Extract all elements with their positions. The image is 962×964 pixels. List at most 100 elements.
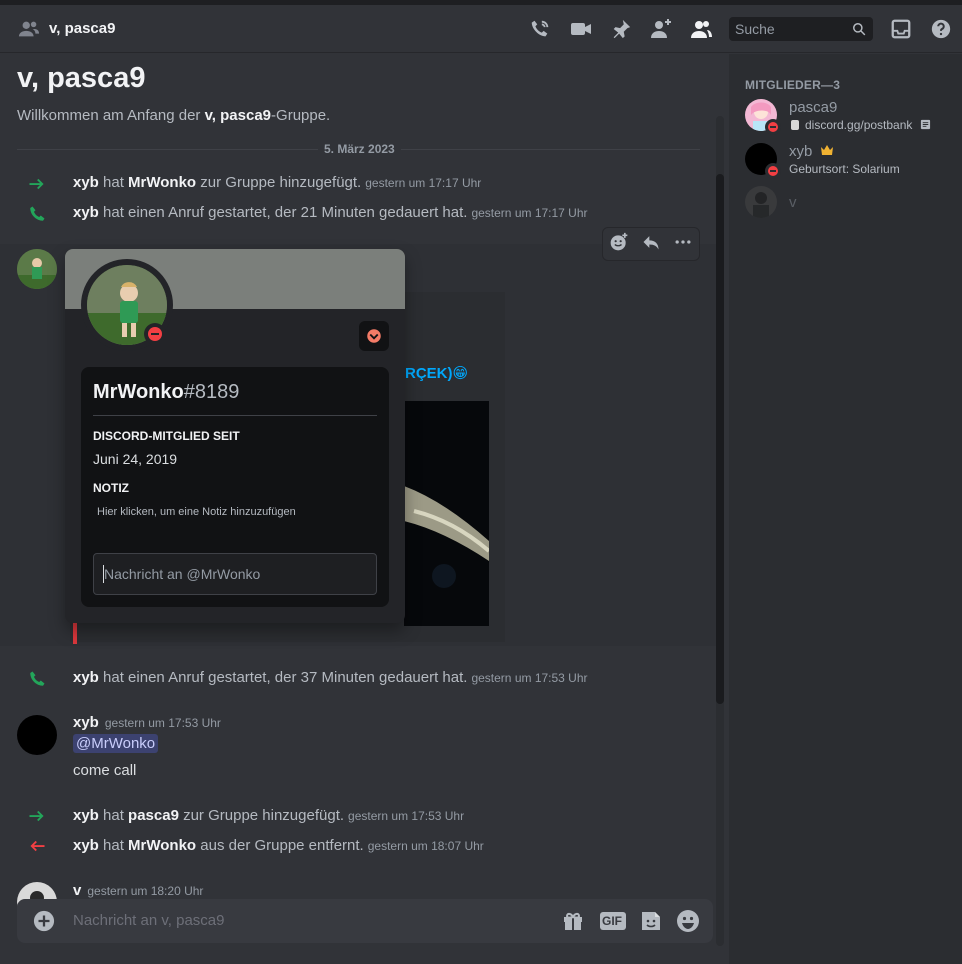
embed-title-text: RÇEK) (405, 365, 453, 382)
member-name: xyb (789, 143, 813, 160)
timestamp: gestern um 18:20 Uhr (87, 884, 204, 898)
header-title: v, pasca9 (49, 20, 116, 37)
system-rest: hat einen Anruf gestartet, der 37 Minute… (98, 669, 468, 686)
direct-message-input[interactable]: Nachricht an @MrWonko (93, 553, 377, 595)
timestamp: gestern um 17:17 Uhr (471, 206, 588, 220)
channel-welcome-text: Willkommen am Anfang der v, pasca9-Grupp… (17, 107, 330, 124)
welcome-group-name: v, pasca9 (204, 107, 272, 124)
emoji-picker-icon[interactable] (676, 909, 700, 933)
help-icon[interactable] (929, 17, 953, 41)
user-profile-popout[interactable]: MrWonko#8189 DISCORD-MITGLIED SEIT Juni … (65, 249, 405, 623)
member-since-date: Juni 24, 2019 (93, 451, 178, 467)
call-icon (28, 670, 46, 688)
message-author[interactable]: xyb (73, 714, 99, 731)
welcome-suffix: -Gruppe. (271, 107, 331, 124)
member-name: v (789, 194, 797, 211)
member-item-v[interactable]: v (745, 186, 955, 226)
message-header: v gestern um 18:20 Uhr (73, 882, 203, 899)
system-actor[interactable]: xyb (73, 807, 99, 824)
member-item-xyb[interactable]: xyb Geburtsort: Solarium (745, 143, 955, 183)
start-video-call-icon[interactable] (569, 17, 593, 41)
message-content: come call (73, 762, 137, 779)
custom-status-emoji-icon (789, 119, 801, 131)
system-message-remove-member: xyb hat MrWonko aus der Gruppe entfernt.… (73, 837, 484, 854)
message-author-avatar[interactable] (17, 715, 57, 755)
system-target[interactable]: pasca9 (128, 807, 179, 824)
message-author[interactable]: v (73, 882, 81, 899)
member-item-pasca9[interactable]: pasca9 discord.gg/postbank (745, 99, 955, 139)
add-reaction-icon[interactable] (609, 232, 629, 257)
custom-status-text: discord.gg/postbank (805, 118, 913, 132)
system-message-add-member: xyb hat MrWonko zur Gruppe hinzugefügt. g… (73, 174, 481, 191)
embed-accent-bar (73, 622, 77, 644)
system-verb: hat (98, 837, 129, 854)
system-rest: zur Gruppe hinzugefügt. (196, 174, 362, 191)
profile-details-card: MrWonko#8189 DISCORD-MITGLIED SEIT Juni … (81, 367, 389, 607)
username-text: MrWonko (93, 381, 184, 403)
join-arrow-icon (28, 175, 46, 193)
system-rest: zur Gruppe hinzugefügt. (178, 807, 345, 824)
pinned-messages-icon[interactable] (609, 17, 633, 41)
member-since-label: DISCORD-MITGLIED SEIT (93, 429, 240, 443)
upload-plus-icon[interactable] (33, 910, 55, 932)
welcome-prefix: Willkommen am Anfang der (17, 107, 205, 124)
message-hover-toolbar (602, 227, 700, 261)
timestamp: gestern um 17:53 Uhr (471, 671, 588, 685)
note-input[interactable]: Hier klicken, um eine Notiz hinzuzufügen (97, 506, 296, 518)
message-composer[interactable]: Nachricht an v, pasca9 GIF (17, 899, 713, 943)
member-custom-status: Geburtsort: Solarium (789, 162, 900, 176)
group-owner-crown-icon (820, 143, 834, 155)
member-custom-status: discord.gg/postbank (789, 118, 931, 132)
reply-icon[interactable] (641, 232, 661, 257)
do-not-disturb-status-icon (765, 119, 781, 135)
message-header: xyb gestern um 17:53 Uhr (73, 714, 221, 731)
inbox-icon[interactable] (889, 17, 913, 41)
grin-emoji: 😁 (452, 365, 469, 382)
system-target[interactable]: MrWonko (128, 837, 196, 854)
member-avatar (745, 186, 777, 218)
search-input[interactable]: Suche (729, 17, 873, 41)
search-placeholder: Suche (735, 21, 775, 37)
system-message-call: xyb hat einen Anruf gestartet, der 21 Mi… (73, 204, 588, 221)
system-actor[interactable]: xyb (73, 837, 99, 854)
timestamp: gestern um 18:07 Uhr (367, 839, 484, 853)
system-verb: hat (98, 174, 129, 191)
sticker-icon[interactable] (639, 909, 663, 933)
system-actor[interactable]: xyb (73, 669, 99, 686)
start-voice-call-icon[interactable] (528, 17, 552, 41)
note-label: NOTIZ (93, 481, 129, 495)
embed-image[interactable] (404, 401, 489, 626)
dm-placeholder: Nachricht an @MrWonko (104, 566, 261, 582)
system-actor[interactable]: xyb (73, 204, 99, 221)
discriminator-text: #8189 (183, 381, 240, 403)
call-icon (28, 205, 46, 223)
show-member-list-icon[interactable] (689, 17, 713, 41)
chat-area[interactable]: v, pasca9 Willkommen am Anfang der v, pa… (0, 54, 728, 964)
nitro-badge-icon[interactable] (359, 321, 389, 351)
channel-welcome-title: v, pasca9 (17, 62, 146, 94)
member-name: pasca9 (789, 99, 838, 116)
chat-scrollbar[interactable] (716, 116, 724, 946)
more-options-icon[interactable] (673, 232, 693, 257)
gif-picker-icon[interactable]: GIF (599, 909, 627, 933)
member-name-row: xyb (789, 143, 834, 160)
scrollbar-thumb[interactable] (716, 174, 724, 704)
timestamp: gestern um 17:17 Uhr (365, 176, 482, 190)
member-list: MITGLIEDER—3 pasca9 discord.gg/postbank … (729, 54, 962, 964)
group-dm-icon (18, 18, 40, 40)
embed-title-fragment[interactable]: RÇEK)😁 (405, 364, 468, 382)
message-author-avatar[interactable] (17, 249, 57, 289)
user-mention[interactable]: @MrWonko (73, 734, 159, 753)
profile-separator (93, 415, 377, 416)
system-target[interactable]: MrWonko (128, 174, 196, 191)
add-friends-to-dm-icon[interactable] (649, 17, 673, 41)
system-actor[interactable]: xyb (73, 174, 99, 191)
join-arrow-icon (28, 807, 46, 825)
system-rest: hat einen Anruf gestartet, der 21 Minute… (98, 204, 468, 221)
gift-icon[interactable] (561, 909, 585, 933)
system-rest: aus der Gruppe entfernt. (196, 837, 364, 854)
leave-arrow-icon (28, 837, 46, 855)
gif-label: GIF (602, 914, 622, 928)
member-list-heading: MITGLIEDER—3 (745, 78, 841, 92)
do-not-disturb-status-icon (765, 163, 781, 179)
